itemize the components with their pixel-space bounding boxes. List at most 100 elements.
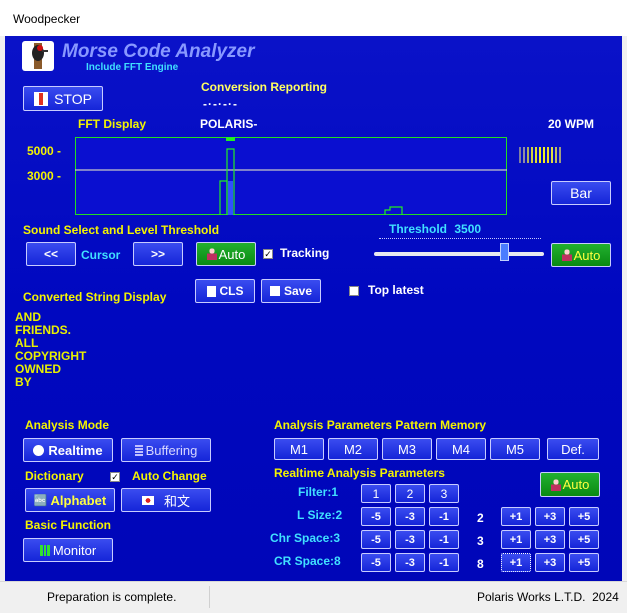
crspace-label: CR Space:8 xyxy=(274,554,341,568)
chrspace-minus5-button[interactable]: -5 xyxy=(361,530,391,549)
sound-select-title: Sound Select and Level Threshold xyxy=(23,223,220,237)
clock-icon xyxy=(33,444,45,456)
speaker-icon xyxy=(39,544,50,556)
lsize-plus3-button[interactable]: +3 xyxy=(535,507,565,526)
dictionary-title: Dictionary xyxy=(25,469,84,483)
auto-cursor-button[interactable]: Auto xyxy=(196,242,256,266)
auto-change-label: Auto Change xyxy=(132,469,207,483)
memory-m5-button[interactable]: M5 xyxy=(490,438,540,460)
cursor-label: Cursor xyxy=(81,248,121,262)
chrspace-plus5-button[interactable]: +5 xyxy=(569,530,599,549)
filter-1-button[interactable]: 1 xyxy=(361,484,391,503)
realtime-params-title: Realtime Analysis Parameters xyxy=(274,466,445,480)
memory-m1-button[interactable]: M1 xyxy=(274,438,324,460)
auto-params-person-icon xyxy=(550,478,561,491)
realtime-button[interactable]: Realtime xyxy=(23,438,113,462)
crspace-minus1-button[interactable]: -1 xyxy=(429,553,459,572)
status-copyright: Polaris Works L.T.D. 2024 xyxy=(477,590,619,604)
chrspace-minus1-button[interactable]: -1 xyxy=(429,530,459,549)
stop-icon xyxy=(34,91,49,106)
auto-threshold-person-icon xyxy=(561,249,572,261)
crspace-minus3-button[interactable]: -3 xyxy=(395,553,425,572)
stop-button[interactable]: STOP xyxy=(23,86,103,111)
crspace-minus5-button[interactable]: -5 xyxy=(361,553,391,572)
memory-m3-button[interactable]: M3 xyxy=(382,438,432,460)
lsize-minus3-button[interactable]: -3 xyxy=(395,507,425,526)
cls-button[interactable]: CLS xyxy=(195,279,255,303)
chrspace-label: Chr Space:3 xyxy=(270,531,341,545)
alphabet-button[interactable]: 🔤 Alphabet xyxy=(25,488,115,512)
crspace-value: 8 xyxy=(477,557,484,571)
auto-threshold-button[interactable]: Auto xyxy=(551,243,611,267)
crspace-plus1-button[interactable]: +1 xyxy=(501,553,531,572)
auto-params-label: Auto xyxy=(562,477,590,492)
filter-2-button[interactable]: 2 xyxy=(395,484,425,503)
threshold-text: Threshold xyxy=(389,222,448,236)
wpm-indicator: 20 WPM xyxy=(548,117,595,131)
fft-spectrum-small xyxy=(384,206,403,215)
converted-string-title: Converted String Display xyxy=(23,290,167,304)
callsign: POLARIS- xyxy=(200,117,258,131)
cursor-next-button[interactable]: >> xyxy=(133,242,183,266)
cls-label: CLS xyxy=(219,284,244,298)
pattern-memory-title: Analysis Parameters Pattern Memory xyxy=(274,418,487,432)
memory-m4-button[interactable]: M4 xyxy=(436,438,486,460)
bar-button[interactable]: Bar xyxy=(551,181,611,205)
analysis-mode-title: Analysis Mode xyxy=(25,418,110,432)
chrspace-value: 3 xyxy=(477,534,484,548)
save-icon xyxy=(269,286,280,296)
buffering-label: Buffering xyxy=(145,442,198,458)
fft-top-marker xyxy=(226,137,235,141)
crspace-plus5-button[interactable]: +5 xyxy=(569,553,599,572)
fft-y-label-3000: 3000 - xyxy=(27,169,62,183)
lsize-minus5-button[interactable]: -5 xyxy=(361,507,391,526)
monitor-label: Monitor xyxy=(52,542,97,558)
top-latest-checkbox[interactable] xyxy=(349,286,359,296)
chrspace-minus3-button[interactable]: -3 xyxy=(395,530,425,549)
buffering-button[interactable]: Buffering xyxy=(121,438,211,462)
filter-3-button[interactable]: 3 xyxy=(429,484,459,503)
lsize-value: 2 xyxy=(477,511,484,525)
alphabet-icon: 🔤 xyxy=(33,494,48,507)
memory-m2-button[interactable]: M2 xyxy=(328,438,378,460)
title-bar: Woodpecker xyxy=(0,0,627,36)
threshold-label: Threshold 3500 xyxy=(389,222,481,236)
status-separator xyxy=(209,586,210,608)
crspace-plus3-button[interactable]: +3 xyxy=(535,553,565,572)
threshold-slider-track[interactable] xyxy=(374,252,544,256)
chrspace-plus1-button[interactable]: +1 xyxy=(501,530,531,549)
lsize-label: L Size:2 xyxy=(297,508,343,522)
lsize-plus5-button[interactable]: +5 xyxy=(569,507,599,526)
japan-flag-icon xyxy=(141,495,154,505)
auto-threshold-label: Auto xyxy=(573,247,601,263)
save-label: Save xyxy=(283,284,313,298)
auto-change-checkbox[interactable]: ✓ xyxy=(110,472,120,482)
cursor-prev-button[interactable]: << xyxy=(26,242,76,266)
wabun-button[interactable]: 和文 xyxy=(121,488,211,512)
fft-display xyxy=(75,137,507,215)
auto-params-button[interactable]: Auto xyxy=(540,472,600,497)
wabun-label: 和文 xyxy=(163,493,190,509)
morse-pattern: -·-·-·- xyxy=(203,97,238,111)
alphabet-label: Alphabet xyxy=(50,492,107,508)
status-message: Preparation is complete. xyxy=(47,590,177,604)
lsize-plus1-button[interactable]: +1 xyxy=(501,507,531,526)
top-latest-label: Top latest xyxy=(368,283,424,297)
threshold-slider-thumb[interactable] xyxy=(500,243,509,261)
auto-cursor-label: Auto xyxy=(218,246,246,262)
app-name: Morse Code Analyzer xyxy=(62,41,255,62)
stop-label: STOP xyxy=(54,90,92,107)
fft-display-label: FFT Display xyxy=(78,117,147,131)
chrspace-plus3-button[interactable]: +3 xyxy=(535,530,565,549)
converted-text-area: AND FRIENDS. ALL COPYRIGHT OWNED BY xyxy=(15,311,86,389)
tracking-checkbox[interactable]: ✓ xyxy=(263,249,273,259)
save-button[interactable]: Save xyxy=(261,279,321,303)
monitor-button[interactable]: Monitor xyxy=(23,538,113,562)
lsize-minus1-button[interactable]: -1 xyxy=(429,507,459,526)
level-meter xyxy=(519,145,565,165)
memory-default-button[interactable]: Def. xyxy=(547,438,599,460)
basic-function-title: Basic Function xyxy=(25,518,112,532)
document-icon xyxy=(206,285,216,297)
status-bar: Preparation is complete. Polaris Works L… xyxy=(0,581,627,613)
conversion-reporting-label: Conversion Reporting xyxy=(201,80,328,94)
